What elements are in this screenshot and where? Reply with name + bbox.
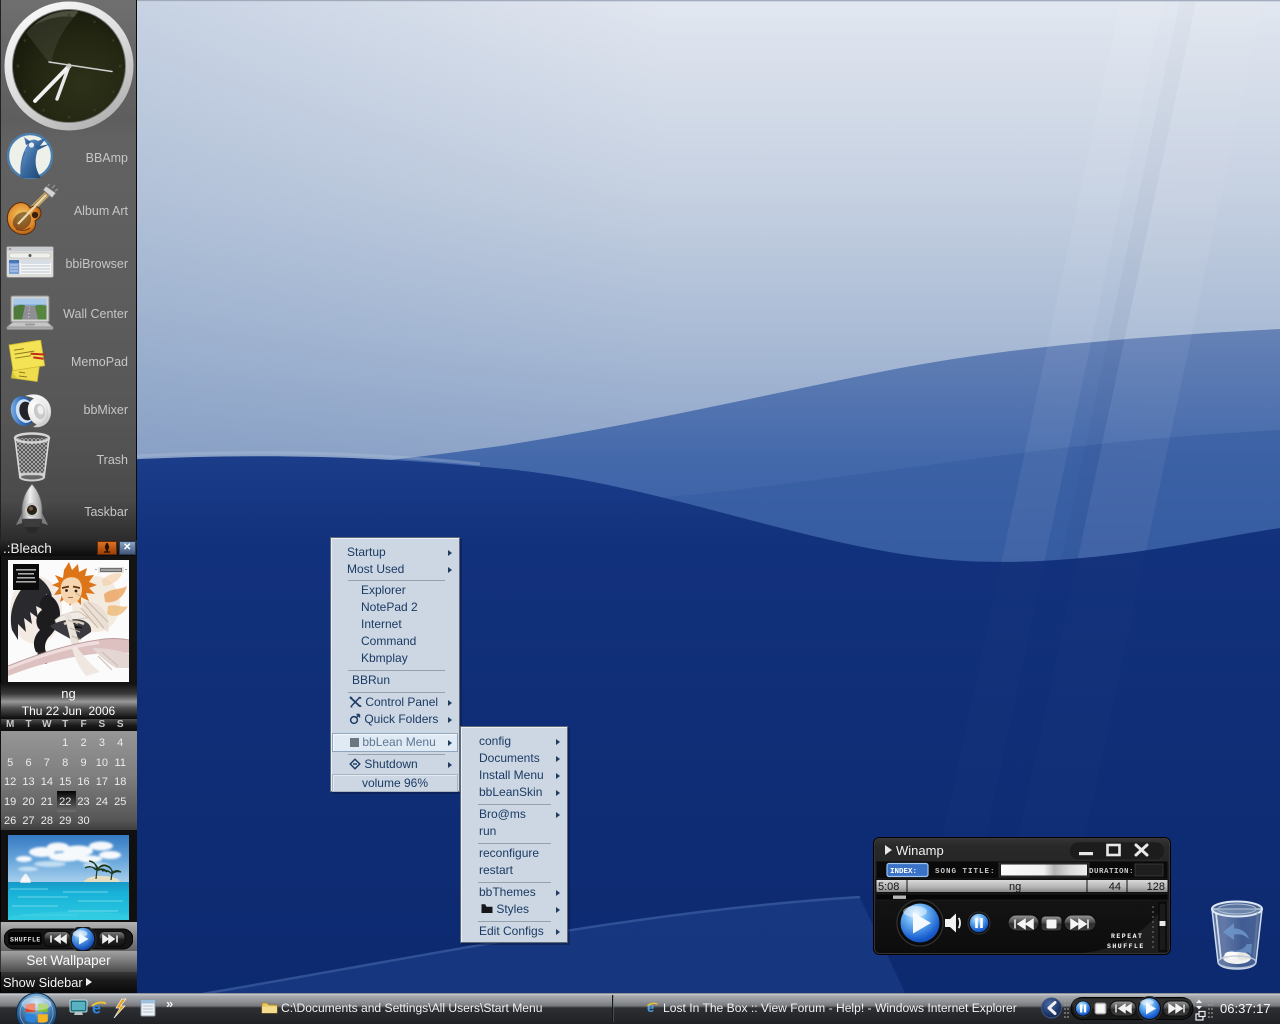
- svg-text:ng: ng: [1009, 881, 1021, 893]
- svg-text:SONG TITLE:: SONG TITLE:: [935, 868, 996, 876]
- svg-text:5:08: 5:08: [878, 881, 899, 893]
- svg-text:INDEX:: INDEX:: [890, 868, 917, 876]
- svg-text:e: e: [647, 1000, 654, 1015]
- svg-text:REPEAT: REPEAT: [1111, 933, 1143, 940]
- svg-text:DURATION:: DURATION:: [1089, 868, 1134, 876]
- svg-text:Winamp: Winamp: [896, 843, 944, 858]
- svg-text:44: 44: [1109, 881, 1121, 893]
- svg-text:SHUFFLE: SHUFFLE: [1107, 943, 1145, 950]
- svg-text:128: 128: [1147, 881, 1165, 893]
- svg-text:SHUFFLE: SHUFFLE: [10, 937, 41, 944]
